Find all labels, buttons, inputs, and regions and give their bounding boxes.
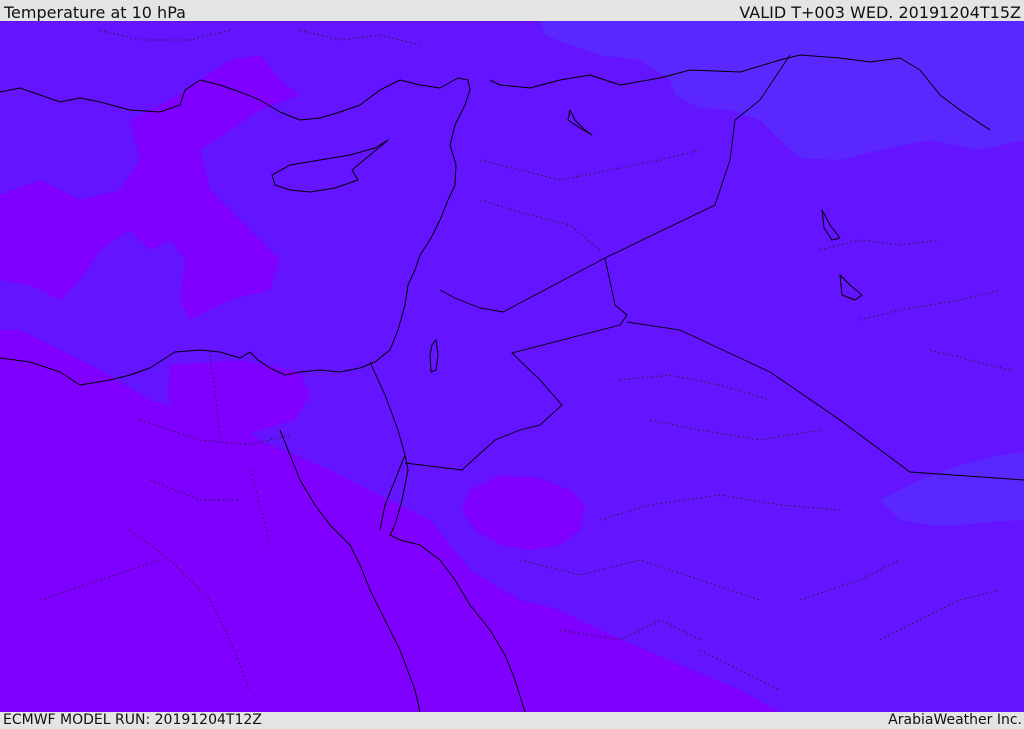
valid-time-label: VALID T+003 WED. 20191204T15Z: [739, 3, 1021, 22]
map-canvas[interactable]: [0, 21, 1024, 712]
temperature-map[interactable]: [0, 21, 1024, 712]
forecast-map-window: Temperature at 10 hPa VALID T+003 WED. 2…: [0, 0, 1024, 729]
model-run-label: ECMWF MODEL RUN: 20191204T12Z: [3, 712, 262, 728]
footer-bar: ECMWF MODEL RUN: 20191204T12Z ArabiaWeat…: [0, 712, 1024, 729]
header-bar: Temperature at 10 hPa VALID T+003 WED. 2…: [0, 0, 1024, 22]
credit-label: ArabiaWeather Inc.: [888, 712, 1022, 728]
map-title: Temperature at 10 hPa: [4, 3, 186, 22]
